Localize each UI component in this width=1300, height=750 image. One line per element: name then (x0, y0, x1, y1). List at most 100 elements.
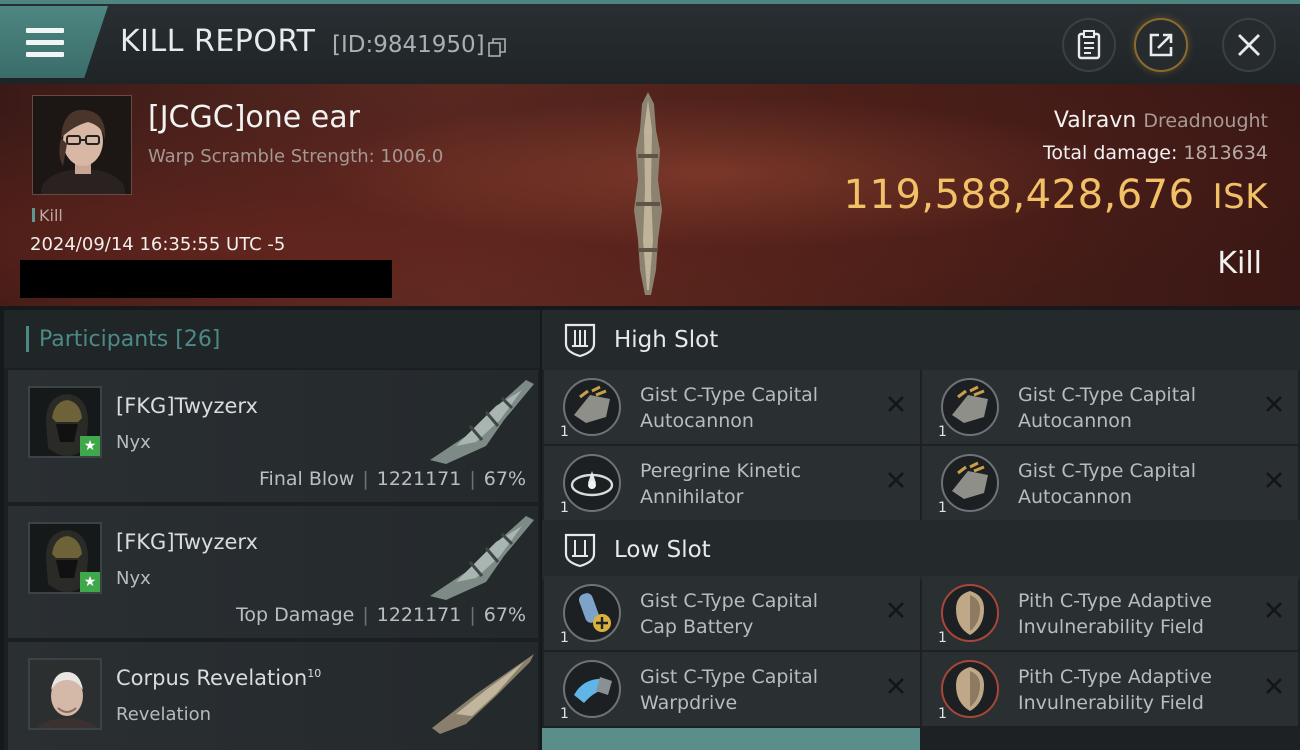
module-name: Peregrine Kinetic Annihilator (640, 458, 870, 510)
module-name: Gist C-Type Capital Autocannon (1018, 382, 1248, 434)
victim-name[interactable]: [JCGC]one ear (148, 100, 360, 135)
module-item[interactable]: 1 Pith C-Type Adaptive Invulnerability Fi… (922, 576, 1298, 650)
module-quantity: 1 (938, 706, 947, 722)
module-item[interactable]: 1 Gist C-Type Capital Autocannon (544, 370, 920, 444)
fitting-panel: High Slot 1 Gist C-Type Capital Autocanno… (542, 310, 1300, 750)
close-icon[interactable] (886, 394, 906, 414)
participant-name[interactable]: [FKG]Twyzerx (116, 530, 258, 554)
revelation-ship-image (432, 654, 534, 734)
ship-type: Valravn Dreadnought (1054, 108, 1268, 133)
isk-value: 119,588,428,676 ISK (844, 172, 1268, 218)
high-slot-label: High Slot (614, 327, 719, 353)
share-button[interactable] (1134, 18, 1188, 72)
shield-icon (941, 660, 999, 718)
participant-row[interactable]: Corpus Revelation10 Revelation (8, 642, 538, 750)
module-item[interactable]: 1 Gist C-Type Capital Autocannon (922, 370, 1298, 444)
module-name: Pith C-Type Adaptive Invulnerability Fiel… (1018, 588, 1248, 640)
module-item[interactable]: 1 Gist C-Type Capital Autocannon (922, 446, 1298, 520)
shield-icon (941, 584, 999, 642)
victim-portrait[interactable] (32, 95, 132, 195)
high-slot-icon (564, 323, 596, 358)
close-icon[interactable] (886, 470, 906, 490)
module-quantity: 1 (938, 424, 947, 440)
module-item[interactable]: 1 Pith C-Type Adaptive Invulnerability Fi… (922, 652, 1298, 726)
selected-module-partial[interactable] (542, 728, 920, 750)
module-name: Gist C-Type Capital Autocannon (640, 382, 870, 434)
participants-header[interactable]: Participants [26] (4, 310, 540, 368)
participant-name[interactable]: Corpus Revelation10 (116, 666, 321, 690)
module-name-line1: Gist C-Type Capital (1018, 460, 1197, 482)
module-name-line2: Invulnerability Field (1018, 692, 1204, 714)
module-name-line2: Autocannon (640, 410, 754, 432)
module-name-line1: Gist C-Type Capital (640, 590, 819, 612)
kill-timestamp: 2024/09/14 16:35:55 UTC -5 (30, 234, 286, 255)
kill-tag: Kill (32, 206, 63, 225)
ship-name[interactable]: Valravn (1054, 108, 1136, 133)
close-icon[interactable] (1264, 600, 1284, 620)
module-name-line2: Cap Battery (640, 616, 754, 638)
module-name-line2: Autocannon (1018, 410, 1132, 432)
module-name: Gist C-Type Capital Autocannon (1018, 458, 1248, 510)
page-title: KILL REPORT (120, 24, 316, 59)
close-icon[interactable] (1264, 394, 1284, 414)
module-name-line1: Pith C-Type Adaptive (1018, 666, 1212, 688)
participant-row[interactable]: ★ [FKG]Twyzerx Nyx Top Damage | 1221171 | 67… (8, 506, 538, 640)
isk-amount: 119,588,428,676 (843, 172, 1195, 218)
autocannon-icon (941, 378, 999, 436)
module-quantity: 1 (938, 630, 947, 646)
portrait-image (30, 660, 100, 728)
participant-name-text: Corpus Revelation (116, 666, 308, 690)
close-icon[interactable] (886, 600, 906, 620)
module-name-line2: Annihilator (640, 486, 744, 508)
module-name-line2: Invulnerability Field (1018, 616, 1204, 638)
participant-avatar: ★ (28, 522, 102, 594)
module-name-line1: Gist C-Type Capital (1018, 384, 1197, 406)
high-slot-header: High Slot (542, 310, 1300, 370)
report-id: [ID:9841950] (332, 32, 485, 58)
module-quantity: 1 (560, 424, 569, 440)
ship-class: Dreadnought (1143, 110, 1268, 132)
autocannon-icon (941, 454, 999, 512)
module-item[interactable]: 1 Gist C-Type Capital Cap Battery (544, 576, 920, 650)
close-icon[interactable] (1264, 676, 1284, 696)
module-name: Gist C-Type Capital Cap Battery (640, 588, 870, 640)
star-icon: ★ (80, 572, 100, 592)
participants-panel: Participants [26] ★ [FKG]Twyzerx Nyx Fin… (4, 310, 540, 750)
total-damage-value: 1813634 (1183, 142, 1268, 164)
annihilator-icon (563, 454, 621, 512)
participant-name[interactable]: [FKG]Twyzerx (116, 394, 258, 418)
close-icon[interactable] (886, 676, 906, 696)
module-name-line2: Warpdrive (640, 692, 738, 714)
top-bar: KILL REPORT [ID:9841950] (0, 0, 1300, 84)
star-icon: ★ (80, 436, 100, 456)
participant-ship: Nyx (116, 568, 151, 589)
module-name-line1: Peregrine Kinetic (640, 460, 802, 482)
result-label: Kill (1217, 246, 1262, 281)
module-item[interactable]: 1 Gist C-Type Capital Warpdrive (544, 652, 920, 726)
participant-percent: 67% (483, 468, 526, 490)
nyx-ship-image (430, 380, 534, 464)
participant-percent: 67% (483, 604, 526, 626)
share-icon (1149, 33, 1173, 57)
module-name-line2: Autocannon (1018, 486, 1132, 508)
victim-ship-image[interactable] (618, 90, 678, 300)
module-quantity: 1 (938, 500, 947, 516)
participant-ship: Nyx (116, 432, 151, 453)
redacted-block (20, 260, 392, 298)
copy-icon[interactable] (488, 38, 506, 58)
close-icon[interactable] (1264, 470, 1284, 490)
clipboard-icon (1077, 30, 1101, 60)
isk-unit: ISK (1212, 177, 1268, 217)
participant-damage: 1221171 (376, 604, 462, 626)
victim-banner: [JCGC]one ear Warp Scramble Strength: 10… (0, 84, 1300, 306)
total-damage: Total damage: 1813634 (1043, 142, 1268, 164)
participant-role: Top Damage (236, 604, 355, 626)
participant-row[interactable]: ★ [FKG]Twyzerx Nyx Final Blow | 1221171 | 67… (8, 370, 538, 504)
clipboard-button[interactable] (1062, 18, 1116, 72)
participant-stats: Top Damage | 1221171 | 67% (236, 604, 526, 626)
module-quantity: 1 (560, 630, 569, 646)
menu-button[interactable] (0, 6, 108, 78)
module-item[interactable]: 1 Peregrine Kinetic Annihilator (544, 446, 920, 520)
participant-ship: Revelation (116, 704, 212, 725)
close-button[interactable] (1222, 18, 1276, 72)
